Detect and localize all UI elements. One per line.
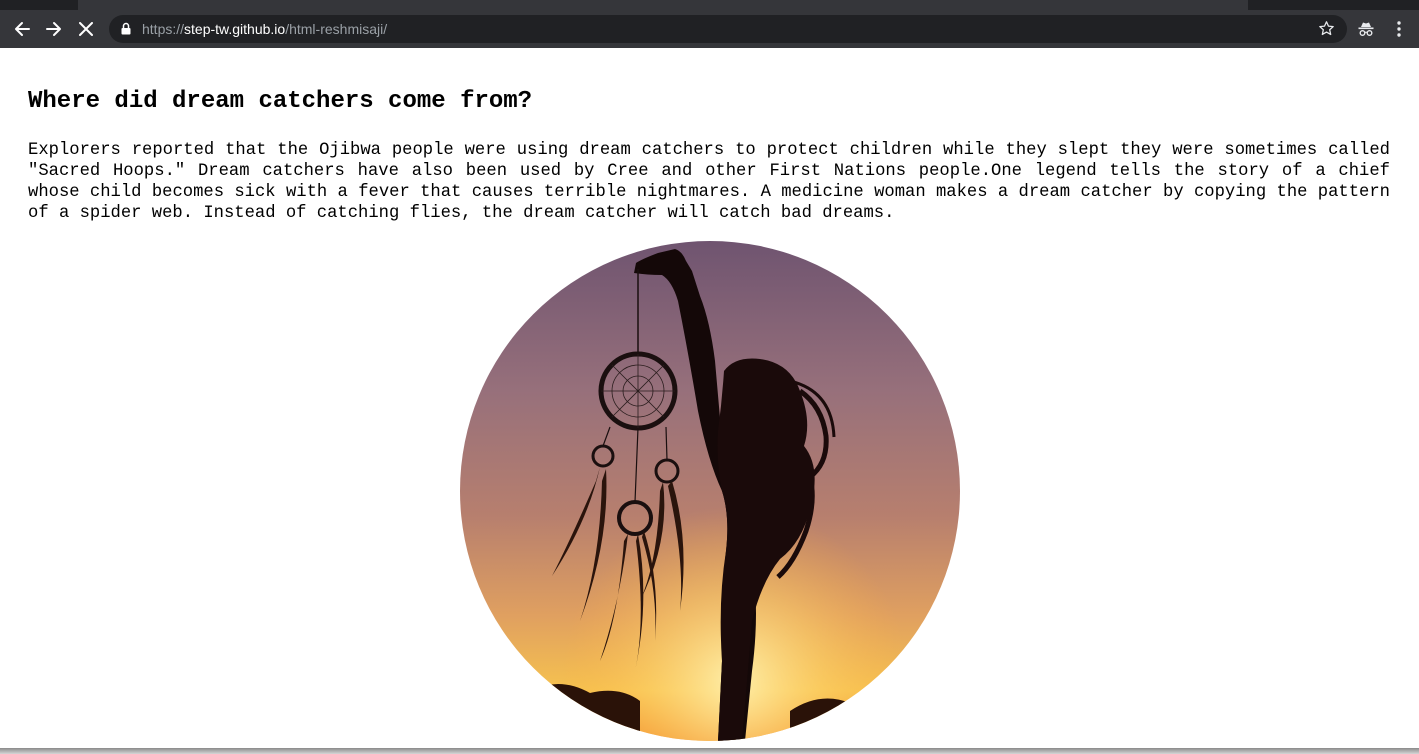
url-text[interactable]: https://step-tw.github.io/html-reshmisaj…	[142, 20, 387, 38]
article-heading: Where did dream catchers come from?	[28, 88, 533, 115]
arrow-right-icon	[46, 22, 61, 36]
dreamcatcher-photo	[460, 241, 960, 741]
close-icon	[79, 22, 93, 36]
star-icon	[1319, 21, 1334, 36]
arrow-left-icon	[15, 22, 30, 36]
page-content: Where did dream catchers come from? Expl…	[0, 48, 1419, 748]
forward-button[interactable]	[41, 16, 67, 42]
address-bar[interactable]: https://step-tw.github.io/html-reshmisaj…	[109, 15, 1347, 43]
url-scheme: https://	[142, 21, 185, 37]
lock-icon	[121, 22, 131, 40]
incognito-icon	[1358, 22, 1374, 36]
tab-strip	[0, 0, 1419, 10]
incognito-button[interactable]	[1355, 18, 1377, 40]
article-body: Explorers reported that the Ojibwa peopl…	[28, 141, 1390, 223]
url-path: /html-reshmisaji/	[285, 21, 388, 37]
more-vert-icon	[1397, 21, 1401, 37]
back-button[interactable]	[9, 16, 35, 42]
stop-loading-button[interactable]	[73, 16, 99, 42]
bookmark-star-button[interactable]	[1318, 20, 1335, 42]
browser-toolbar: https://step-tw.github.io/html-reshmisaj…	[0, 10, 1419, 48]
window-bottom-edge	[0, 748, 1419, 754]
browser-frame: https://step-tw.github.io/html-reshmisaj…	[0, 0, 1419, 48]
active-tab[interactable]	[78, 0, 1248, 10]
browser-menu-button[interactable]	[1388, 18, 1410, 40]
url-host: step-tw.github.io	[184, 21, 286, 37]
